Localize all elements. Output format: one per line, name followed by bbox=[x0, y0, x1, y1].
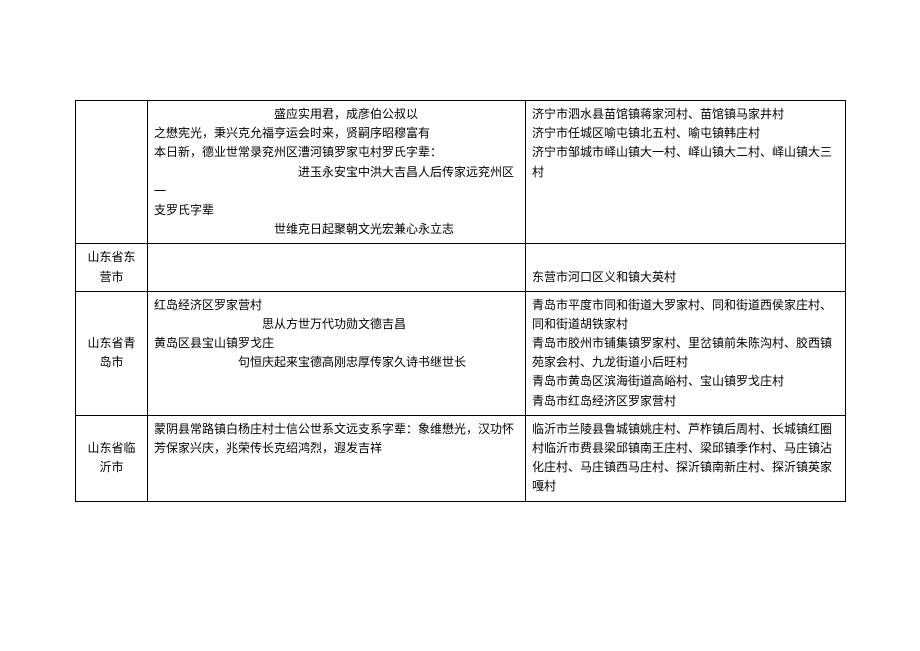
middle-line: 本日新，德业世常录兖州区漕河镇罗家屯村罗氏字辈： bbox=[154, 143, 519, 162]
middle-line: 之懋宪光，秉兴克允福亨运会时来，贤嗣序昭穆富有 bbox=[154, 124, 519, 143]
middle-line: 蒙阴县常路镇白杨庄村士信公世系文远支系字辈：象维懋光，汉功怀芳保家兴庆，兆荣传长… bbox=[154, 420, 519, 458]
right-line: 济宁市邹城市峄山镇大一村、峄山镇大二村、峄山镇大三村 bbox=[532, 143, 839, 181]
right-line: 青岛市胶州市铺集镇罗家村、里岔镇前朱陈沟村、胶西镇苑家会村、九龙街道小后旺村 bbox=[532, 334, 839, 372]
genealogy-table: 盛应实用君，成彦伯公叔以之懋宪光，秉兴克允福亨运会时来，贤嗣序昭穆富有本日新，德… bbox=[75, 100, 846, 502]
region-cell: 山东省东营市 bbox=[76, 244, 148, 291]
middle-line: 句恒庆起来宝德高刚忠厚传家久诗书继世长 bbox=[154, 353, 519, 372]
middle-line: 支罗氏字辈 bbox=[154, 201, 519, 220]
middle-line: 思从方世万代功勋文德吉昌 bbox=[154, 315, 519, 334]
right-cell: 青岛市平度市同和街道大罗家村、同和街道西侯家庄村、同和街道胡铁家村青岛市胶州市铺… bbox=[526, 291, 846, 415]
region-cell bbox=[76, 101, 148, 244]
middle-line: 进玉永安宝中洪大吉昌人后传家远兖州区一 bbox=[154, 163, 519, 201]
right-line: 青岛市平度市同和街道大罗家村、同和街道西侯家庄村、同和街道胡铁家村 bbox=[532, 296, 839, 334]
right-line: 济宁市泗水县苗馆镇蒋家河村、苗馆镇马家井村 bbox=[532, 105, 839, 124]
right-cell: 济宁市泗水县苗馆镇蒋家河村、苗馆镇马家井村济宁市任城区喻屯镇北五村、喻屯镇韩庄村… bbox=[526, 101, 846, 244]
middle-line: 黄岛区县宝山镇罗戈庄 bbox=[154, 334, 519, 353]
middle-cell bbox=[148, 244, 526, 291]
middle-cell: 盛应实用君，成彦伯公叔以之懋宪光，秉兴克允福亨运会时来，贤嗣序昭穆富有本日新，德… bbox=[148, 101, 526, 244]
right-line: 东营市河口区义和镇大英村 bbox=[532, 268, 839, 287]
right-cell: 东营市河口区义和镇大英村 bbox=[526, 244, 846, 291]
right-line: 临沂市兰陵县鲁城镇姚庄村、芦柞镇后周村、长城镇红圈村临沂市费县梁邱镇南王庄村、梁… bbox=[532, 420, 839, 497]
middle-line: 红岛经济区罗家营村 bbox=[154, 296, 519, 315]
middle-line: 盛应实用君，成彦伯公叔以 bbox=[154, 105, 519, 124]
right-line: 济宁市任城区喻屯镇北五村、喻屯镇韩庄村 bbox=[532, 124, 839, 143]
middle-cell: 红岛经济区罗家营村 思从方世万代功勋文德吉昌黄岛区县宝山镇罗戈庄 句恒庆起来宝德… bbox=[148, 291, 526, 415]
right-line: 青岛市红岛经济区罗家营村 bbox=[532, 392, 839, 411]
region-cell: 山东省临沂市 bbox=[76, 415, 148, 501]
right-cell: 临沂市兰陵县鲁城镇姚庄村、芦柞镇后周村、长城镇红圈村临沂市费县梁邱镇南王庄村、梁… bbox=[526, 415, 846, 501]
middle-line: 世维克日起聚朝文光宏兼心永立志 bbox=[154, 220, 519, 239]
right-line: 青岛市黄岛区滨海街道高峪村、宝山镇罗戈庄村 bbox=[532, 372, 839, 391]
middle-cell: 蒙阴县常路镇白杨庄村士信公世系文远支系字辈：象维懋光，汉功怀芳保家兴庆，兆荣传长… bbox=[148, 415, 526, 501]
region-cell: 山东省青岛市 bbox=[76, 291, 148, 415]
